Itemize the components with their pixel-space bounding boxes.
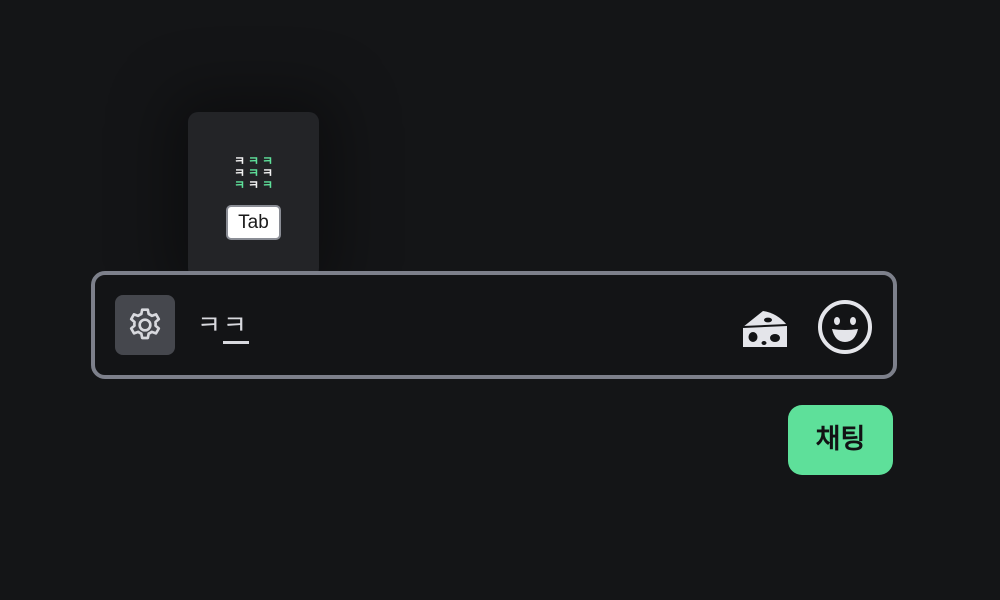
emote-autocomplete-popup[interactable]: ㅋ ㅋ ㅋ ㅋ ㅋ ㅋ ㅋ ㅋ ㅋ Tab <box>188 112 319 278</box>
emote-char: ㅋ <box>261 178 274 192</box>
emote-char: ㅋ <box>233 178 246 192</box>
gear-icon <box>129 308 161 340</box>
tab-key-hint: Tab <box>226 205 281 240</box>
smiley-icon <box>818 300 872 354</box>
cheese-icon <box>742 311 788 347</box>
emote-preview[interactable]: ㅋ ㅋ ㅋ ㅋ ㅋ ㅋ ㅋ ㅋ ㅋ <box>234 155 274 191</box>
cheese-button[interactable] <box>739 305 791 351</box>
chat-send-button[interactable]: 채팅 <box>788 405 893 475</box>
composing-text: ㅋ <box>222 311 249 344</box>
chat-text-input[interactable]: ㅋㅋ <box>197 307 249 347</box>
emoji-button[interactable] <box>817 299 873 355</box>
emote-char: ㅋ <box>247 178 260 192</box>
chat-settings-button[interactable] <box>115 295 175 355</box>
committed-text: ㅋ <box>197 311 223 341</box>
chat-panel: ㅋ ㅋ ㅋ ㅋ ㅋ ㅋ ㅋ ㅋ ㅋ Tab ㅋㅋ 채팅 <box>0 0 1000 600</box>
chat-input-box[interactable]: ㅋㅋ <box>91 271 897 379</box>
